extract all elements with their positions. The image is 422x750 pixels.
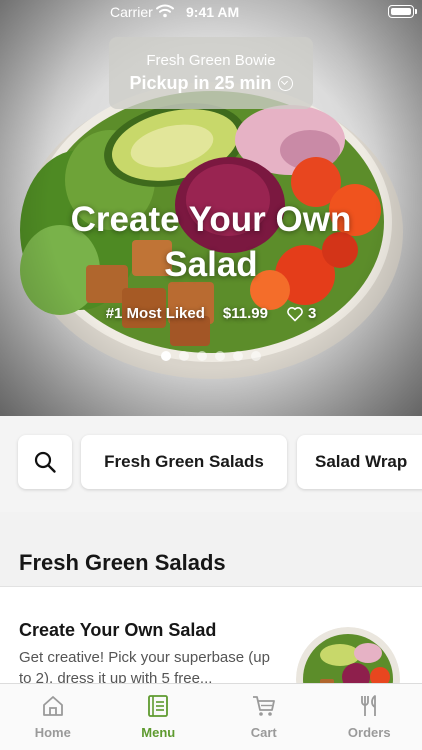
carousel-dot[interactable] xyxy=(215,351,225,361)
likes-count: 3 xyxy=(307,305,317,322)
chevron-down-circle-icon[interactable] xyxy=(277,76,293,91)
search-icon xyxy=(34,451,56,473)
category-chip-fresh-green-salads[interactable]: Fresh Green Salads xyxy=(81,435,287,489)
menu-item-description: Get creative! Pick your superbase (up to… xyxy=(19,649,270,683)
popularity-badge: #1 Most Liked xyxy=(105,305,205,322)
tab-menu[interactable]: Menu xyxy=(106,684,212,750)
tab-label: Home xyxy=(34,725,71,740)
tab-bar: Home Menu Cart Orders xyxy=(0,683,422,750)
fork-knife-icon xyxy=(361,695,377,716)
heart-icon[interactable] xyxy=(286,306,304,322)
battery-icon xyxy=(388,5,417,18)
hero-meta: #1 Most Liked $11.99 3 xyxy=(0,305,422,322)
menu-item-row[interactable]: Create Your Own Salad Get creative! Pick… xyxy=(0,587,422,683)
cart-icon xyxy=(252,696,275,716)
status-bar: Carrier 9:41 AM xyxy=(0,0,422,24)
search-button[interactable] xyxy=(18,435,72,489)
hero-banner[interactable]: Carrier 9:41 AM Fresh Green Bowie Pickup… xyxy=(0,0,422,416)
location-name: Fresh Green Bowie xyxy=(146,52,276,69)
tab-label: Menu xyxy=(141,725,176,740)
menu-item-image xyxy=(296,627,400,683)
menu-icon xyxy=(148,695,169,717)
hero-price: $11.99 xyxy=(222,305,268,322)
category-chip-salad-wrap[interactable]: Salad Wrap xyxy=(297,435,422,489)
carousel-dot[interactable] xyxy=(233,351,243,361)
carousel-dot[interactable] xyxy=(161,351,171,361)
pickup-time: Pickup in 25 min xyxy=(129,73,272,93)
carousel-dot[interactable] xyxy=(197,351,207,361)
menu-item-name: Create Your Own Salad xyxy=(19,620,217,640)
tab-label: Cart xyxy=(250,725,277,740)
pickup-location-selector[interactable]: Fresh Green Bowie Pickup in 25 min xyxy=(109,37,313,109)
home-icon xyxy=(42,696,63,716)
wifi-icon xyxy=(156,4,174,18)
carousel-dot[interactable] xyxy=(251,351,261,361)
carousel-dot[interactable] xyxy=(179,351,189,361)
section-title: Fresh Green Salads xyxy=(19,550,226,575)
tab-home[interactable]: Home xyxy=(0,684,106,750)
pickup-time-row[interactable]: Pickup in 25 min xyxy=(109,73,313,94)
carousel-dots xyxy=(0,351,422,361)
tab-orders[interactable]: Orders xyxy=(317,684,422,750)
tab-cart[interactable]: Cart xyxy=(211,684,317,750)
tab-label: Orders xyxy=(347,725,391,740)
status-time: 9:41 AM xyxy=(186,4,240,20)
likes[interactable]: 3 xyxy=(286,305,316,322)
hero-title: Create Your Own Salad xyxy=(70,200,352,284)
carrier-label: Carrier xyxy=(110,4,153,20)
category-bar: Fresh Green Salads Salad Wrap xyxy=(0,416,422,512)
